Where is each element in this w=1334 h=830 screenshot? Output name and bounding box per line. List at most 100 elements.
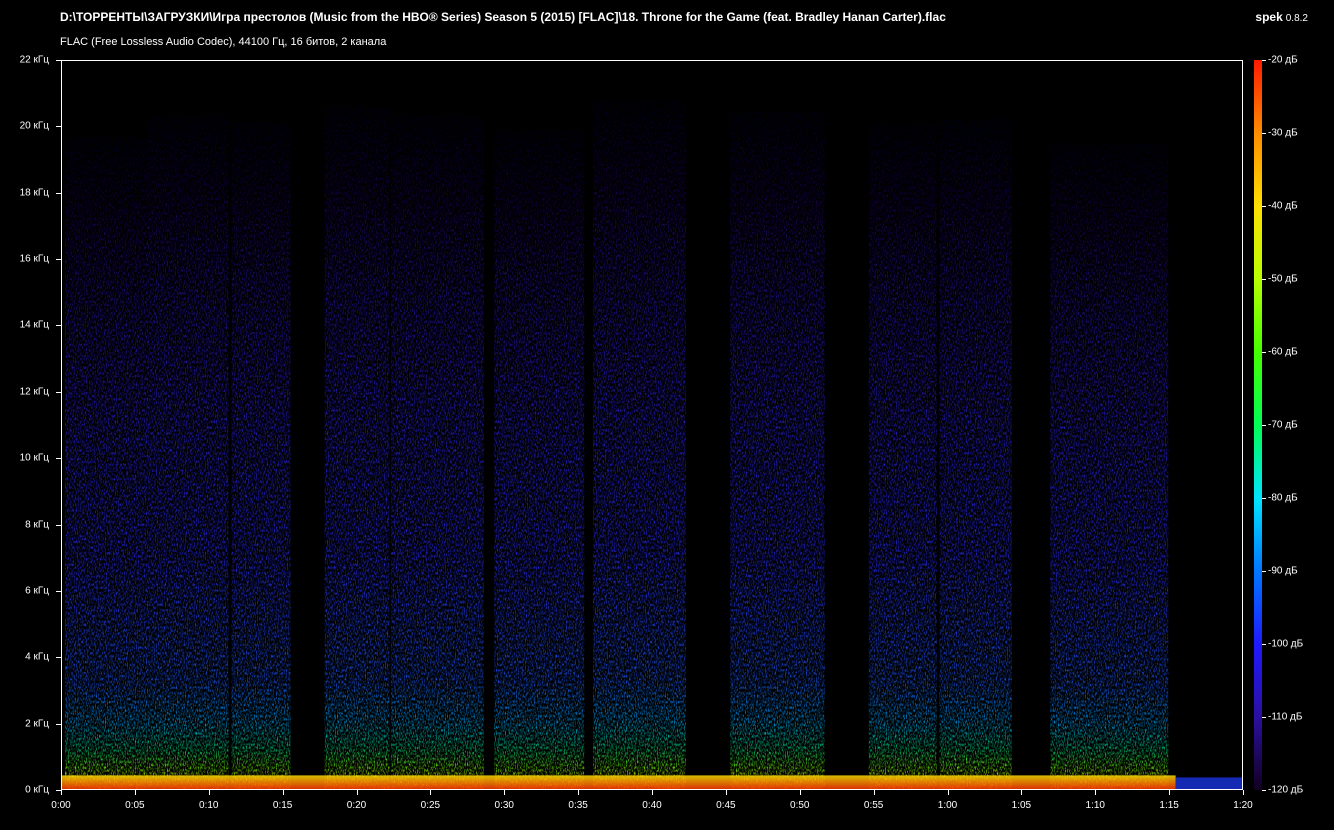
frequency-tick — [56, 193, 61, 194]
low-frequency-band — [62, 775, 1176, 789]
time-tick-label: 0:15 — [272, 800, 293, 811]
time-tick-label: 1:10 — [1085, 800, 1105, 811]
db-tick-label: -60 дБ — [1268, 346, 1298, 358]
frequency-tick — [56, 458, 61, 459]
spectrogram-plot — [61, 60, 1243, 790]
db-tick — [1262, 790, 1266, 791]
frequency-tick-label: 22 кГц — [19, 54, 49, 66]
time-tick — [726, 790, 727, 795]
spectrogram-segment — [939, 119, 1012, 789]
db-tick — [1262, 279, 1266, 280]
time-tick-label: 0:00 — [51, 800, 71, 811]
time-tick-label: 1:20 — [1233, 800, 1253, 811]
spectrogram-segment — [868, 124, 937, 789]
time-tick — [1095, 790, 1096, 795]
time-tick-label: 0:25 — [420, 800, 441, 811]
app-name: spek — [1255, 10, 1283, 24]
time-tick — [800, 790, 801, 795]
spectrogram-segment — [65, 137, 148, 789]
spectrogram-segment — [730, 112, 825, 789]
time-tick — [430, 790, 431, 795]
time-tick-label: 0:20 — [346, 800, 367, 811]
frequency-tick-label: 2 кГц — [25, 718, 49, 730]
time-tick — [61, 790, 62, 795]
db-tick — [1262, 352, 1266, 353]
time-tick-label: 0:30 — [494, 800, 514, 811]
spectrogram-segment — [494, 130, 585, 789]
spectrogram-image — [62, 101, 1242, 789]
spectrogram-segment — [147, 115, 229, 789]
time-tick — [209, 790, 210, 795]
spectrogram-segment — [231, 122, 291, 789]
db-tick — [1262, 498, 1266, 499]
time-tick-label: 1:05 — [1011, 800, 1032, 811]
db-tick — [1262, 644, 1266, 645]
db-tick — [1262, 571, 1266, 572]
time-tick — [948, 790, 949, 795]
time-tick-label: 1:00 — [937, 800, 958, 811]
db-tick-label: -70 дБ — [1268, 419, 1298, 431]
time-tick — [652, 790, 653, 795]
frequency-tick-label: 10 кГц — [19, 452, 49, 464]
frequency-tick — [56, 591, 61, 592]
frequency-tick-label: 8 кГц — [25, 519, 49, 531]
frequency-tick-label: 20 кГц — [19, 120, 49, 132]
file-path-title: D:\ТОРРЕНТЫ\ЗАГРУЗКИ\Игра престолов (Mus… — [60, 10, 946, 24]
frequency-tick-label: 0 кГц — [25, 784, 49, 796]
time-tick-label: 0:45 — [716, 800, 736, 811]
low-frequency-tail — [1175, 777, 1242, 789]
spectrogram-segment — [324, 106, 390, 789]
spek-window: D:\ТОРРЕНТЫ\ЗАГРУЗКИ\Игра престолов (Mus… — [0, 0, 1334, 830]
time-tick — [1021, 790, 1022, 795]
db-tick — [1262, 425, 1266, 426]
db-tick — [1262, 717, 1266, 718]
time-tick-label: 0:35 — [568, 800, 588, 811]
time-tick-label: 0:40 — [642, 800, 662, 811]
frequency-tick — [56, 724, 61, 725]
time-tick — [1169, 790, 1170, 795]
db-tick-label: -110 дБ — [1268, 711, 1303, 723]
frequency-tick-label: 12 кГц — [19, 386, 49, 398]
db-tick-label: -30 дБ — [1268, 127, 1298, 139]
time-tick-label: 0:10 — [199, 800, 219, 811]
frequency-tick — [56, 60, 61, 61]
time-tick — [578, 790, 579, 795]
db-tick-label: -100 дБ — [1268, 638, 1304, 650]
frequency-tick — [56, 325, 61, 326]
app-brand: spek 0.8.2 — [1255, 10, 1308, 24]
db-tick-label: -120 дБ — [1268, 784, 1304, 796]
time-tick-label: 0:05 — [125, 800, 145, 811]
frequency-tick-label: 6 кГц — [25, 585, 49, 597]
time-tick-label: 1:15 — [1159, 800, 1179, 811]
frequency-tick-label: 18 кГц — [19, 187, 49, 199]
frequency-tick — [56, 259, 61, 260]
spectrogram-segment — [593, 101, 686, 789]
frequency-tick — [56, 392, 61, 393]
time-tick — [874, 790, 875, 795]
time-tick — [504, 790, 505, 795]
spectrogram-segment — [390, 115, 484, 789]
db-colorbar — [1254, 60, 1262, 790]
frequency-tick-label: 14 кГц — [19, 319, 49, 331]
time-tick-label: 0:55 — [863, 800, 884, 811]
db-tick-label: -40 дБ — [1268, 200, 1298, 212]
time-tick — [1243, 790, 1244, 795]
frequency-tick-label: 4 кГц — [25, 651, 49, 663]
time-tick — [283, 790, 284, 795]
frequency-tick — [56, 657, 61, 658]
time-tick-label: 0:50 — [790, 800, 810, 811]
spectrogram-segment — [1050, 142, 1169, 789]
frequency-tick — [56, 525, 61, 526]
db-tick-label: -90 дБ — [1268, 565, 1298, 577]
db-tick — [1262, 133, 1266, 134]
time-tick — [135, 790, 136, 795]
time-tick — [357, 790, 358, 795]
db-tick-label: -80 дБ — [1268, 492, 1298, 504]
db-tick-label: -20 дБ — [1268, 54, 1298, 66]
db-tick-label: -50 дБ — [1268, 273, 1298, 285]
frequency-tick-label: 16 кГц — [19, 253, 49, 265]
frequency-tick — [56, 126, 61, 127]
app-version: 0.8.2 — [1285, 13, 1308, 24]
db-tick — [1262, 206, 1266, 207]
file-info: FLAC (Free Lossless Audio Codec), 44100 … — [60, 36, 387, 48]
